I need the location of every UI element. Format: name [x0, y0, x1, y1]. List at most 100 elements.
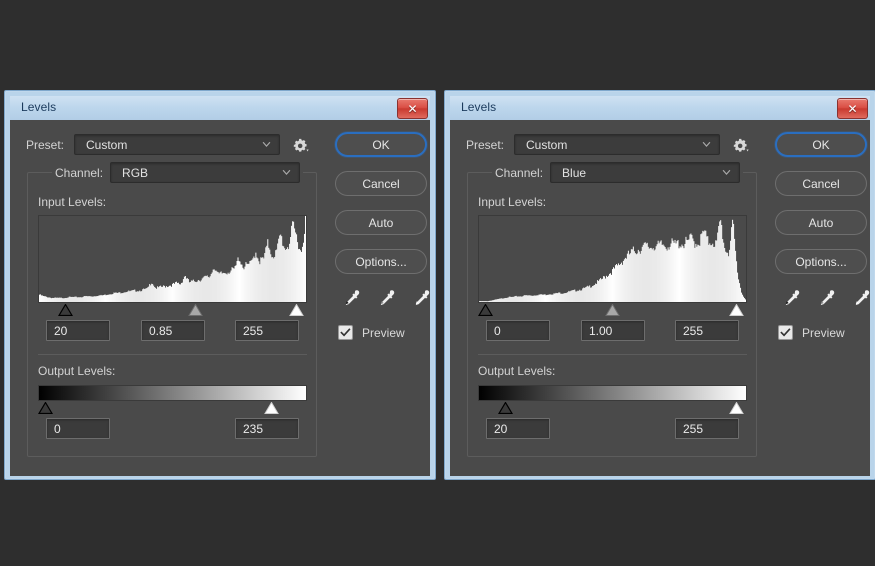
input-levels-label: Input Levels: [478, 195, 547, 209]
preset-value: Custom [526, 137, 568, 152]
levels-dialog-blue: Levels ✕ Preset: Custom Channel: Blue In… [444, 90, 875, 480]
button-column: OK Cancel Auto Options... [335, 132, 431, 288]
preview-checkbox-row[interactable]: Preview [338, 325, 405, 340]
channel-row: Channel: Blue [492, 162, 744, 183]
input-midtone-slider[interactable] [605, 304, 620, 316]
output-levels-label: Output Levels: [38, 364, 116, 378]
output-gradient-bar [478, 385, 747, 401]
gray-point-eyedropper-icon[interactable] [375, 288, 397, 310]
channel-value: RGB [122, 165, 149, 180]
check-icon [780, 328, 791, 337]
auto-button[interactable]: Auto [775, 210, 867, 235]
gray-point-eyedropper-icon[interactable] [815, 288, 837, 310]
levels-groupbox: Channel: RGB Input Levels: 20 0.85 255 O… [27, 162, 317, 457]
preview-label: Preview [802, 325, 845, 340]
input-histogram [478, 215, 747, 303]
ok-button[interactable]: OK [335, 132, 427, 157]
preset-label: Preset: [466, 137, 505, 152]
input-histogram [38, 215, 307, 303]
input-midtone-field[interactable]: 1.00 [581, 320, 645, 341]
output-highlight-slider[interactable] [264, 402, 279, 414]
input-shadow-slider[interactable] [58, 304, 74, 316]
histogram-chart-blue [479, 216, 746, 302]
preset-options-gear-button[interactable] [291, 136, 309, 154]
channel-value: Blue [562, 165, 587, 180]
channel-dropdown[interactable]: Blue [550, 162, 741, 183]
close-button[interactable]: ✕ [397, 98, 428, 119]
section-divider [478, 354, 747, 355]
levels-dialog-rgb: Levels ✕ Preset: Custom Channel: RGB Inp… [4, 90, 436, 480]
preset-dropdown[interactable]: Custom [514, 134, 720, 155]
cancel-button[interactable]: Cancel [775, 171, 867, 196]
output-shadow-field[interactable]: 0 [46, 418, 110, 439]
check-icon [340, 328, 351, 337]
input-levels-values: 20 0.85 255 [38, 320, 307, 342]
dialog-body: Preset: Custom [450, 120, 870, 476]
input-highlight-field[interactable]: 255 [235, 320, 299, 341]
channel-label: Channel: [55, 165, 104, 180]
white-point-eyedropper-icon[interactable] [850, 288, 872, 310]
chevron-down-icon [282, 169, 291, 175]
input-shadow-field[interactable]: 0 [486, 320, 550, 341]
output-gradient-bar [38, 385, 307, 401]
output-shadow-field[interactable]: 20 [486, 418, 550, 439]
output-highlight-field[interactable]: 235 [235, 418, 299, 439]
output-levels-sliders [478, 402, 747, 416]
auto-button[interactable]: Auto [335, 210, 427, 235]
preview-checkbox[interactable] [778, 325, 793, 340]
input-midtone-slider[interactable] [187, 304, 203, 316]
button-column: OK Cancel Auto Options... [775, 132, 871, 288]
eyedropper-group [340, 288, 432, 310]
output-levels-label: Output Levels: [478, 364, 556, 378]
input-levels-values: 0 1.00 255 [478, 320, 747, 342]
input-highlight-slider[interactable] [729, 304, 745, 316]
preview-checkbox-row[interactable]: Preview [778, 325, 845, 340]
ok-button[interactable]: OK [775, 132, 867, 157]
chevron-down-icon [702, 141, 711, 147]
options-button[interactable]: Options... [775, 249, 867, 274]
channel-row: Channel: RGB [52, 162, 304, 183]
channel-dropdown[interactable]: RGB [110, 162, 301, 183]
output-levels-values: 20 255 [478, 418, 747, 440]
input-midtone-field[interactable]: 0.85 [141, 320, 205, 341]
output-levels-sliders [38, 402, 307, 416]
input-levels-label: Input Levels: [38, 195, 107, 209]
histogram-chart-rgb [39, 216, 306, 302]
input-highlight-field[interactable]: 255 [675, 320, 739, 341]
preset-dropdown[interactable]: Custom [74, 134, 280, 155]
chevron-down-icon [722, 169, 731, 175]
black-point-eyedropper-icon[interactable] [340, 288, 362, 310]
eyedropper-group [780, 288, 872, 310]
preset-label: Preset: [26, 137, 65, 152]
output-highlight-slider[interactable] [729, 402, 745, 414]
input-shadow-slider[interactable] [478, 304, 493, 316]
input-levels-sliders [478, 304, 747, 318]
output-shadow-slider[interactable] [498, 402, 514, 414]
output-shadow-slider[interactable] [38, 402, 53, 414]
preset-row: Preset: Custom [26, 134, 309, 155]
cancel-button[interactable]: Cancel [335, 171, 427, 196]
output-levels-values: 0 235 [38, 418, 307, 440]
preset-row: Preset: Custom [466, 134, 749, 155]
input-levels-sliders [38, 304, 307, 318]
options-button[interactable]: Options... [335, 249, 427, 274]
black-point-eyedropper-icon[interactable] [780, 288, 802, 310]
output-highlight-field[interactable]: 255 [675, 418, 739, 439]
channel-label: Channel: [495, 165, 544, 180]
input-highlight-slider[interactable] [289, 304, 305, 316]
preset-value: Custom [86, 137, 128, 152]
close-icon: ✕ [847, 101, 858, 116]
input-shadow-field[interactable]: 20 [46, 320, 110, 341]
gear-icon [733, 138, 749, 152]
preset-options-gear-button[interactable] [731, 136, 749, 154]
close-icon: ✕ [407, 101, 418, 116]
window-title: Levels [21, 100, 57, 114]
preview-checkbox[interactable] [338, 325, 353, 340]
dialog-body: Preset: Custom [10, 120, 430, 476]
white-point-eyedropper-icon[interactable] [410, 288, 432, 310]
desktop-background: Levels ✕ Preset: Custom Channel: RGB Inp… [0, 0, 875, 566]
close-button[interactable]: ✕ [837, 98, 868, 119]
preview-label: Preview [362, 325, 405, 340]
section-divider [38, 354, 307, 355]
levels-groupbox: Channel: Blue Input Levels: 0 1.00 255 O… [467, 162, 757, 457]
